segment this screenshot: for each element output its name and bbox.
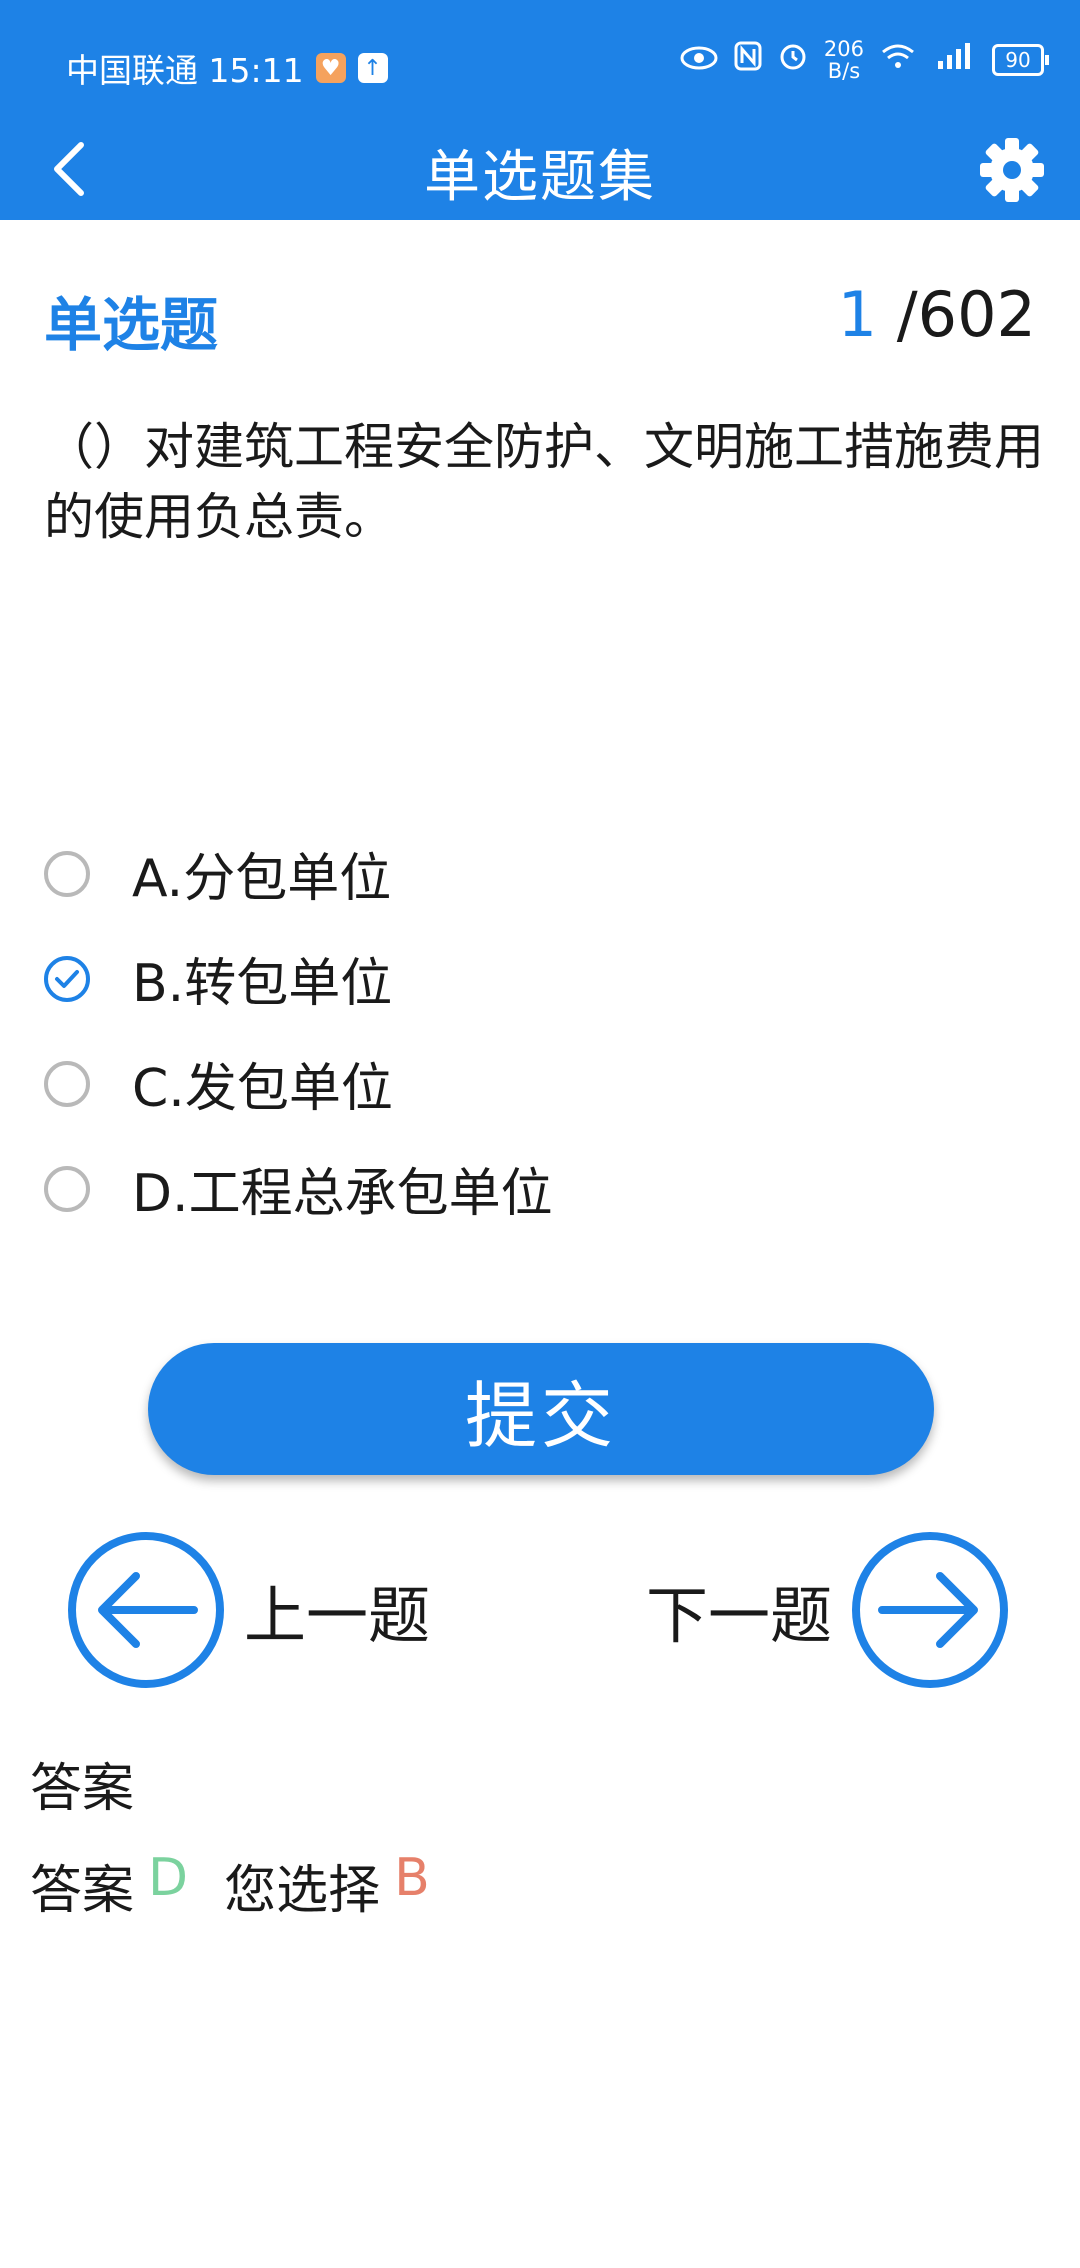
- question-text: （）对建筑工程安全防护、文明施工措施费用的使用负总责。: [44, 418, 1044, 546]
- question-type: 单选题: [44, 291, 219, 359]
- speed-unit: B/s: [827, 59, 861, 83]
- option-a[interactable]: A.分包单位: [44, 836, 391, 911]
- eye-icon: [680, 43, 718, 78]
- prev-label: 上一题: [244, 1579, 431, 1652]
- signal-icon: [932, 41, 976, 79]
- status-left: 中国联通 15:11 ♥ ↑: [66, 44, 388, 92]
- app-bar: 单选题集: [0, 120, 1080, 220]
- option-label: B.转包单位: [132, 954, 393, 1014]
- chosen-answer: B: [394, 1848, 430, 1908]
- settings-button[interactable]: [974, 132, 1050, 208]
- answer-result: 答案 D 您选择 B: [30, 1848, 430, 1923]
- page-title: 单选题集: [424, 145, 656, 210]
- network-speed: 206 B/s: [824, 38, 864, 82]
- correct-answer: D: [148, 1848, 189, 1908]
- next-question-button[interactable]: 下一题: [646, 1530, 1010, 1690]
- nfc-icon: [734, 41, 762, 79]
- prev-question-button[interactable]: 上一题: [66, 1530, 430, 1690]
- next-label: 下一题: [646, 1579, 833, 1652]
- app-notification-icon: ♥: [315, 53, 346, 83]
- option-label: D.工程总承包单位: [132, 1164, 553, 1224]
- question-total: /602: [896, 278, 1036, 351]
- submit-button[interactable]: 提交: [148, 1343, 934, 1475]
- status-right: 206 B/s 90: [680, 38, 1049, 82]
- battery-icon: 90: [992, 44, 1049, 76]
- arrow-right-circle-icon: [852, 1532, 1009, 1688]
- wifi-icon: [880, 42, 916, 78]
- status-bar: 中国联通 15:11 ♥ ↑ 206 B/s 90: [0, 0, 1080, 120]
- radio-checked-icon[interactable]: [44, 955, 90, 1002]
- question-counter: 1 /602: [838, 278, 1036, 351]
- battery-level: 90: [1005, 48, 1031, 72]
- carrier-time: 中国联通 15:11: [66, 51, 304, 90]
- question-current: 1: [837, 278, 878, 351]
- radio-unchecked-icon[interactable]: [44, 850, 90, 897]
- upload-icon: ↑: [357, 53, 388, 83]
- option-c[interactable]: C.发包单位: [44, 1046, 393, 1121]
- speed-value: 206: [823, 37, 864, 61]
- answer-heading: 答案: [30, 1759, 135, 1819]
- alarm-icon: [778, 41, 808, 79]
- option-d[interactable]: D.工程总承包单位: [44, 1151, 553, 1226]
- radio-unchecked-icon[interactable]: [44, 1165, 90, 1212]
- gear-icon: [980, 138, 1044, 202]
- answer-label: 答案: [30, 1861, 135, 1921]
- option-label: C.发包单位: [132, 1059, 393, 1119]
- option-label: A.分包单位: [132, 849, 392, 909]
- chosen-label: 您选择: [224, 1861, 381, 1921]
- option-b[interactable]: B.转包单位: [44, 941, 392, 1016]
- radio-unchecked-icon[interactable]: [44, 1060, 90, 1107]
- arrow-left-circle-icon: [68, 1532, 224, 1688]
